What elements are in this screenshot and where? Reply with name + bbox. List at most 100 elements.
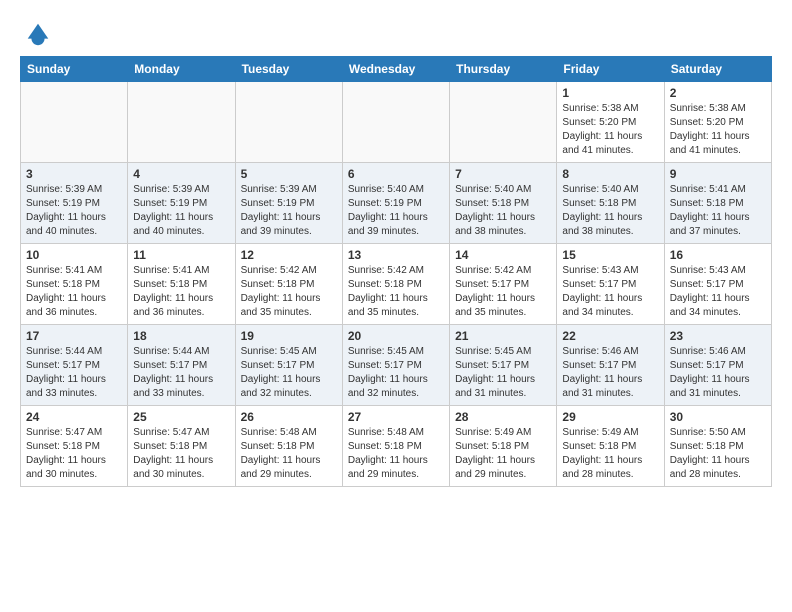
day-info: Sunrise: 5:46 AM Sunset: 5:17 PM Dayligh… (670, 345, 766, 401)
day-info: Sunrise: 5:38 AM Sunset: 5:20 PM Dayligh… (670, 102, 766, 158)
day-cell: 22 Sunrise: 5:46 AM Sunset: 5:17 PM Dayli… (557, 325, 664, 406)
day-info: Sunrise: 5:39 AM Sunset: 5:19 PM Dayligh… (133, 183, 229, 239)
day-cell: 6Sunrise: 5:40 AM Sunset: 5:19 PM Daylig… (342, 163, 449, 244)
day-info: Sunrise: 5:49 AM Sunset: 5:18 PM Dayligh… (455, 426, 551, 482)
day-info: Sunrise: 5:40 AM Sunset: 5:18 PM Dayligh… (562, 183, 658, 239)
day-cell (235, 82, 342, 163)
header (20, 16, 772, 48)
day-number: 23 (670, 329, 766, 343)
week-row: 17 Sunrise: 5:44 AM Sunset: 5:17 PM Dayli… (21, 325, 772, 406)
day-info: Sunrise: 5:44 AM Sunset: 5:17 PM Dayligh… (133, 345, 229, 401)
page: SundayMondayTuesdayWednesdayThursdayFrid… (0, 0, 792, 497)
day-info: Sunrise: 5:49 AM Sunset: 5:18 PM Dayligh… (562, 426, 658, 482)
day-cell: 23 Sunrise: 5:46 AM Sunset: 5:17 PM Dayli… (664, 325, 771, 406)
day-number: 1 (562, 86, 658, 100)
calendar-table: SundayMondayTuesdayWednesdayThursdayFrid… (20, 56, 772, 487)
weekday-header: Tuesday (235, 57, 342, 82)
day-number: 4 (133, 167, 229, 181)
day-cell: 21 Sunrise: 5:45 AM Sunset: 5:17 PM Dayli… (450, 325, 557, 406)
header-row: SundayMondayTuesdayWednesdayThursdayFrid… (21, 57, 772, 82)
day-cell: 17Sunrise: 5:44 AM Sunset: 5:17 PM Dayli… (21, 325, 128, 406)
day-cell: 2 Sunrise: 5:38 AM Sunset: 5:20 PM Daylig… (664, 82, 771, 163)
day-number: 2 (670, 86, 766, 100)
weekday-header: Wednesday (342, 57, 449, 82)
week-row: 10 Sunrise: 5:41 AM Sunset: 5:18 PM Dayli… (21, 244, 772, 325)
weekday-header: Thursday (450, 57, 557, 82)
day-info: Sunrise: 5:42 AM Sunset: 5:18 PM Dayligh… (241, 264, 337, 320)
day-number: 13 (348, 248, 444, 262)
day-cell: 29 Sunrise: 5:49 AM Sunset: 5:18 PM Dayli… (557, 406, 664, 487)
day-cell: 26 Sunrise: 5:48 AM Sunset: 5:18 PM Dayli… (235, 406, 342, 487)
day-info: Sunrise: 5:46 AM Sunset: 5:17 PM Dayligh… (562, 345, 658, 401)
day-info: Sunrise: 5:42 AM Sunset: 5:18 PM Dayligh… (348, 264, 444, 320)
day-cell: 5Sunrise: 5:39 AM Sunset: 5:19 PM Daylig… (235, 163, 342, 244)
day-cell: 28 Sunrise: 5:49 AM Sunset: 5:18 PM Dayli… (450, 406, 557, 487)
day-cell: 30Sunrise: 5:50 AM Sunset: 5:18 PM Dayli… (664, 406, 771, 487)
day-number: 14 (455, 248, 551, 262)
weekday-header: Sunday (21, 57, 128, 82)
day-info: Sunrise: 5:42 AM Sunset: 5:17 PM Dayligh… (455, 264, 551, 320)
day-info: Sunrise: 5:40 AM Sunset: 5:19 PM Dayligh… (348, 183, 444, 239)
day-cell: 27 Sunrise: 5:48 AM Sunset: 5:18 PM Dayli… (342, 406, 449, 487)
day-number: 28 (455, 410, 551, 424)
day-cell: 7 Sunrise: 5:40 AM Sunset: 5:18 PM Daylig… (450, 163, 557, 244)
day-cell: 24 Sunrise: 5:47 AM Sunset: 5:18 PM Dayli… (21, 406, 128, 487)
day-info: Sunrise: 5:48 AM Sunset: 5:18 PM Dayligh… (241, 426, 337, 482)
day-info: Sunrise: 5:48 AM Sunset: 5:18 PM Dayligh… (348, 426, 444, 482)
day-cell: 19 Sunrise: 5:45 AM Sunset: 5:17 PM Dayli… (235, 325, 342, 406)
day-cell: 16Sunrise: 5:43 AM Sunset: 5:17 PM Dayli… (664, 244, 771, 325)
day-cell: 18 Sunrise: 5:44 AM Sunset: 5:17 PM Dayli… (128, 325, 235, 406)
day-info: Sunrise: 5:40 AM Sunset: 5:18 PM Dayligh… (455, 183, 551, 239)
day-cell: 8 Sunrise: 5:40 AM Sunset: 5:18 PM Daylig… (557, 163, 664, 244)
day-info: Sunrise: 5:41 AM Sunset: 5:18 PM Dayligh… (670, 183, 766, 239)
day-number: 25 (133, 410, 229, 424)
day-number: 21 (455, 329, 551, 343)
day-cell: 14 Sunrise: 5:42 AM Sunset: 5:17 PM Dayli… (450, 244, 557, 325)
day-number: 17 (26, 329, 122, 343)
day-cell: 4 Sunrise: 5:39 AM Sunset: 5:19 PM Daylig… (128, 163, 235, 244)
weekday-header: Saturday (664, 57, 771, 82)
day-number: 15 (562, 248, 658, 262)
day-number: 26 (241, 410, 337, 424)
day-info: Sunrise: 5:45 AM Sunset: 5:17 PM Dayligh… (348, 345, 444, 401)
day-info: Sunrise: 5:47 AM Sunset: 5:18 PM Dayligh… (133, 426, 229, 482)
day-cell: 20 Sunrise: 5:45 AM Sunset: 5:17 PM Dayli… (342, 325, 449, 406)
day-cell: 3 Sunrise: 5:39 AM Sunset: 5:19 PM Daylig… (21, 163, 128, 244)
day-info: Sunrise: 5:47 AM Sunset: 5:18 PM Dayligh… (26, 426, 122, 482)
day-cell (128, 82, 235, 163)
day-info: Sunrise: 5:50 AM Sunset: 5:18 PM Dayligh… (670, 426, 766, 482)
day-number: 22 (562, 329, 658, 343)
day-info: Sunrise: 5:39 AM Sunset: 5:19 PM Dayligh… (26, 183, 122, 239)
day-cell: 15 Sunrise: 5:43 AM Sunset: 5:17 PM Dayli… (557, 244, 664, 325)
day-number: 20 (348, 329, 444, 343)
day-cell: 10 Sunrise: 5:41 AM Sunset: 5:18 PM Dayli… (21, 244, 128, 325)
day-number: 5 (241, 167, 337, 181)
day-number: 12 (241, 248, 337, 262)
day-number: 10 (26, 248, 122, 262)
weekday-header: Friday (557, 57, 664, 82)
day-number: 19 (241, 329, 337, 343)
day-info: Sunrise: 5:43 AM Sunset: 5:17 PM Dayligh… (562, 264, 658, 320)
day-cell (450, 82, 557, 163)
week-row: 1 Sunrise: 5:38 AM Sunset: 5:20 PM Daylig… (21, 82, 772, 163)
day-number: 27 (348, 410, 444, 424)
day-cell (342, 82, 449, 163)
day-number: 3 (26, 167, 122, 181)
day-number: 8 (562, 167, 658, 181)
day-info: Sunrise: 5:38 AM Sunset: 5:20 PM Dayligh… (562, 102, 658, 158)
day-number: 18 (133, 329, 229, 343)
day-number: 7 (455, 167, 551, 181)
day-info: Sunrise: 5:45 AM Sunset: 5:17 PM Dayligh… (241, 345, 337, 401)
week-row: 3 Sunrise: 5:39 AM Sunset: 5:19 PM Daylig… (21, 163, 772, 244)
weekday-header: Monday (128, 57, 235, 82)
day-cell: 13 Sunrise: 5:42 AM Sunset: 5:18 PM Dayli… (342, 244, 449, 325)
week-row: 24 Sunrise: 5:47 AM Sunset: 5:18 PM Dayli… (21, 406, 772, 487)
day-info: Sunrise: 5:41 AM Sunset: 5:18 PM Dayligh… (26, 264, 122, 320)
day-info: Sunrise: 5:41 AM Sunset: 5:18 PM Dayligh… (133, 264, 229, 320)
day-number: 11 (133, 248, 229, 262)
day-number: 24 (26, 410, 122, 424)
day-info: Sunrise: 5:45 AM Sunset: 5:17 PM Dayligh… (455, 345, 551, 401)
logo (20, 20, 52, 48)
day-number: 29 (562, 410, 658, 424)
logo-icon (24, 20, 52, 48)
